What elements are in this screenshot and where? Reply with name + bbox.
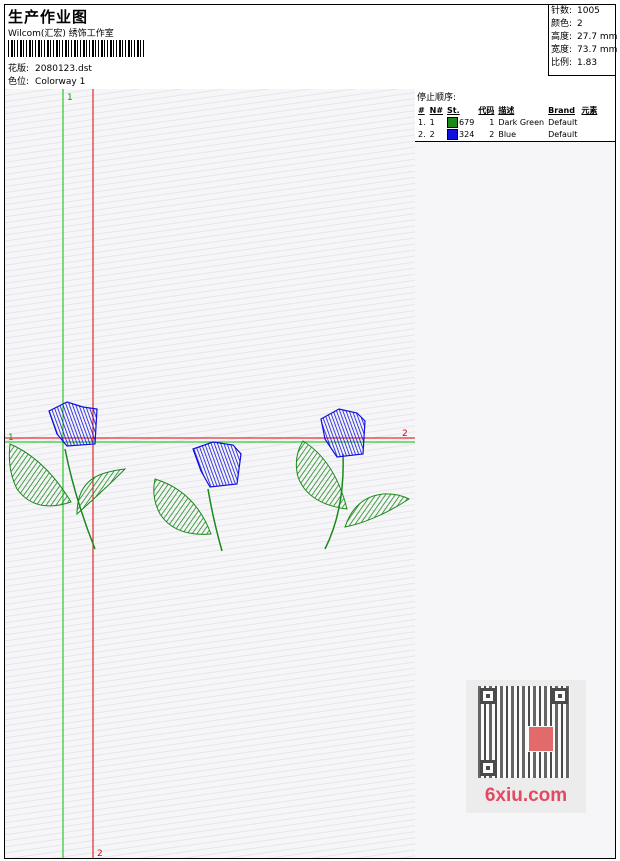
embroidery-drawing: 1 2 2 1 xyxy=(5,89,415,858)
stat-value: 73.7 mm xyxy=(577,45,618,55)
stat-row: 针数: 1005 xyxy=(549,5,616,18)
needle-number: 2 xyxy=(429,129,435,139)
barcode xyxy=(8,40,144,57)
color-swatch xyxy=(447,128,459,140)
qr-finder xyxy=(552,688,568,704)
design-stats: 针数: 1005 颜色: 2 高度: 27.7 mm 宽度: 73.7 mm 比例: 1.… xyxy=(548,5,618,76)
stat-row: 高度: 27.7 mm xyxy=(549,31,618,44)
thread-code: 2 xyxy=(489,129,495,139)
stop-sequence-box: 停止顺序: # N# St. 代码 描述 Brand 元素 1. 1 679 1… xyxy=(415,89,615,142)
flower-shape xyxy=(48,401,98,447)
stop-sequence-title: 停止顺序: xyxy=(417,93,457,103)
thread-brand: Default xyxy=(548,129,578,139)
qr-finder xyxy=(480,760,496,776)
stat-value: 27.7 mm xyxy=(577,32,618,42)
stop-sequence-table: # N# St. 代码 描述 Brand 元素 1. 1 679 1 Dark … xyxy=(416,104,599,140)
row-number: 1. xyxy=(418,117,426,127)
flower-shape xyxy=(192,441,242,488)
worksheet-header: 生产作业图 Wilcom(汇宏) 绣饰工作室 花版: 2080123.dst 色位… xyxy=(5,5,618,90)
row-number: 2. xyxy=(418,129,426,139)
stat-row: 比例: 1.83 xyxy=(549,57,616,70)
stat-label: 颜色: xyxy=(551,19,573,29)
thread-description: Blue xyxy=(498,129,517,139)
column-header: Brand xyxy=(548,105,575,115)
stat-label: 比例: xyxy=(551,58,573,68)
stitch-count: 679 xyxy=(459,117,475,127)
stat-value: 1005 xyxy=(577,6,600,16)
design-preview: 1 2 2 1 xyxy=(5,89,416,858)
stat-value: 1.83 xyxy=(577,58,598,68)
table-row: 2. 2 324 2 Blue Default xyxy=(416,128,599,140)
column-header: N# xyxy=(429,105,444,115)
design-file-line: 花版: 2080123.dst xyxy=(8,61,92,74)
stat-label: 高度: xyxy=(551,32,573,42)
design-file-label: 花版: xyxy=(8,64,30,74)
stat-value: 2 xyxy=(577,19,583,29)
element-cell xyxy=(579,116,599,128)
watermark-text: 6xiu.com xyxy=(484,785,568,806)
leaf-shape xyxy=(344,493,411,528)
page-title: 生产作业图 xyxy=(8,8,89,26)
column-header: 描述 xyxy=(498,105,515,115)
thread-description: Dark Green xyxy=(498,117,545,127)
green-vertical-guide-label: 1 xyxy=(67,93,73,103)
stat-row: 宽度: 73.7 mm xyxy=(549,44,618,57)
column-header: St. xyxy=(447,105,460,115)
red-horizontal-guide-label: 2 xyxy=(402,429,408,439)
stat-label: 宽度: xyxy=(551,45,573,55)
stat-label: 针数: xyxy=(551,6,573,16)
stitch-count: 324 xyxy=(459,129,475,139)
leaf-shape xyxy=(76,468,127,516)
red-vertical-guide-label: 2 xyxy=(97,849,103,858)
thread-brand: Default xyxy=(548,117,578,127)
stat-row: 颜色: 2 xyxy=(549,18,616,31)
column-header: 代码 xyxy=(478,105,495,115)
stitch-count-cell: 679 xyxy=(445,116,476,128)
thread-code: 1 xyxy=(489,117,495,127)
color-swatch xyxy=(447,116,459,128)
watermark: 6xiu.com xyxy=(466,680,586,813)
leaf-shape xyxy=(153,478,212,535)
element-cell xyxy=(579,128,599,140)
green-horizontal-guide-label: 1 xyxy=(8,433,14,443)
needle-number: 1 xyxy=(429,117,435,127)
qr-finder xyxy=(480,688,496,704)
flower-shape xyxy=(320,408,366,458)
table-header-row: # N# St. 代码 描述 Brand 元素 xyxy=(416,104,599,116)
leaf-shape xyxy=(8,443,72,507)
design-file-value: 2080123.dst xyxy=(35,64,92,74)
colorway-value: Colorway 1 xyxy=(35,77,86,87)
colorway-label: 色位: xyxy=(8,77,30,87)
seal-stamp xyxy=(528,726,554,752)
company-name: Wilcom(汇宏) 绣饰工作室 xyxy=(8,29,114,39)
column-header: # xyxy=(418,105,425,115)
stitch-count-cell: 324 xyxy=(445,128,476,140)
table-row: 1. 1 679 1 Dark Green Default xyxy=(416,116,599,128)
qr-code xyxy=(478,686,570,778)
column-header: 元素 xyxy=(581,105,598,115)
colorway-line: 色位: Colorway 1 xyxy=(8,74,85,87)
